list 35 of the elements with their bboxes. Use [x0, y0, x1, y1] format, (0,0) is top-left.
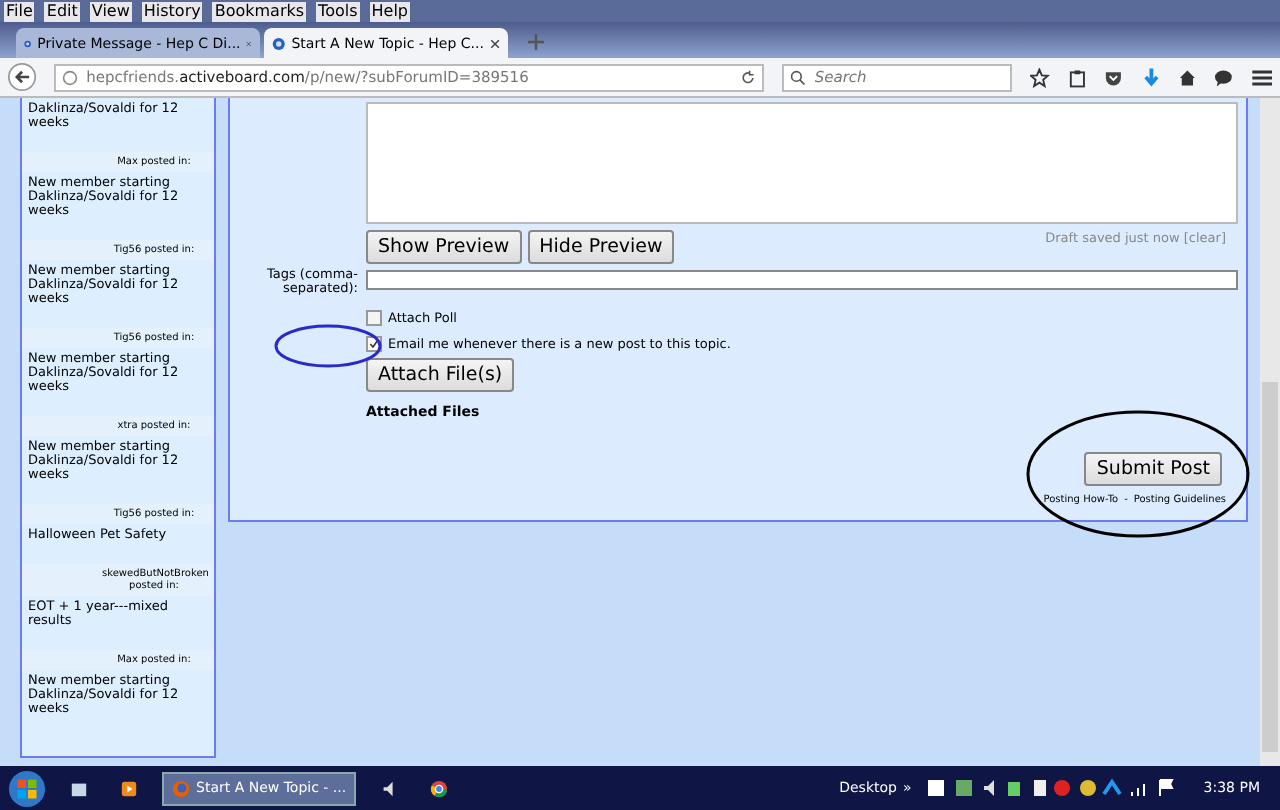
download-icon[interactable] — [1141, 67, 1160, 87]
menu-item[interactable]: Edit — [44, 1, 80, 21]
chat-icon[interactable] — [1214, 67, 1234, 87]
menu-icon[interactable] — [1251, 67, 1273, 87]
close-icon[interactable] — [489, 37, 500, 49]
folder-icon[interactable] — [70, 779, 88, 797]
clipboard-icon[interactable] — [1067, 67, 1087, 87]
home-icon[interactable] — [1177, 67, 1197, 87]
tags-field[interactable] — [366, 270, 1238, 290]
browser-icon — [172, 779, 190, 797]
chrome-icon[interactable] — [430, 779, 449, 797]
media-player-icon[interactable] — [120, 779, 138, 797]
speaker-icon[interactable] — [380, 779, 399, 797]
reload-icon[interactable] — [740, 69, 757, 85]
menu-item[interactable]: Bookmarks — [212, 1, 307, 21]
menu-item[interactable]: Help — [369, 1, 411, 21]
preview-button[interactable]: Hide Preview — [527, 230, 675, 264]
menu-item[interactable]: File — [4, 1, 35, 21]
menu-item[interactable]: History — [141, 1, 203, 21]
message-field[interactable] — [366, 102, 1238, 224]
checkbox[interactable] — [366, 309, 382, 325]
menu-item[interactable]: View — [89, 1, 132, 21]
start-button[interactable] — [8, 769, 46, 807]
menu-item[interactable]: Tools — [316, 1, 360, 21]
submit-post-button[interactable]: Submit Post — [1084, 452, 1222, 486]
globe-icon — [62, 69, 79, 85]
globe-icon — [24, 35, 32, 51]
annotation-ellipse — [274, 324, 382, 368]
search-icon — [790, 69, 807, 85]
globe-icon — [272, 35, 286, 51]
star-icon[interactable] — [1030, 67, 1050, 87]
scrollbar[interactable] — [1260, 98, 1280, 766]
attach-files-button[interactable]: Attach File(s) — [366, 358, 515, 392]
preview-button[interactable]: Show Preview — [366, 230, 522, 264]
pocket-icon[interactable] — [1104, 67, 1124, 87]
